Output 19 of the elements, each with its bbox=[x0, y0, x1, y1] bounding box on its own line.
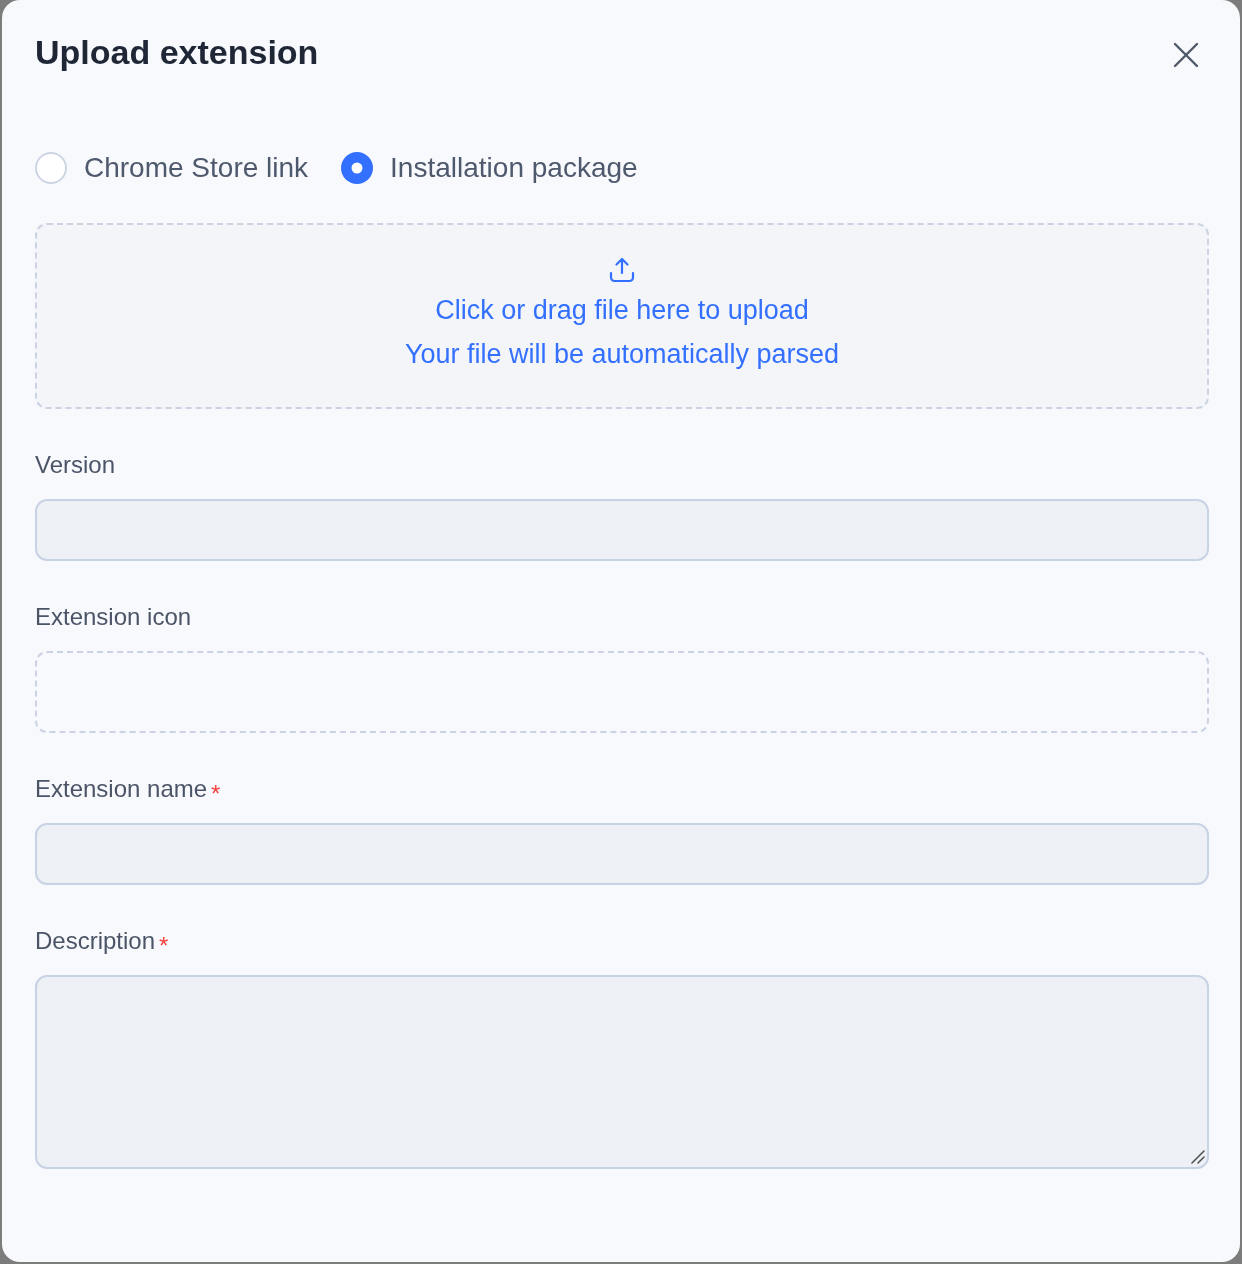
resize-grip-icon[interactable] bbox=[1191, 1150, 1205, 1164]
upload-dropzone[interactable]: Click or drag file here to upload Your file will be automatically parsed bbox=[35, 223, 1209, 409]
description-field[interactable] bbox=[35, 975, 1209, 1169]
upload-instruction: Click or drag file here to upload bbox=[435, 294, 809, 327]
icon-upload-area[interactable] bbox=[35, 651, 1209, 733]
radio-option[interactable]: Chrome Store link bbox=[35, 148, 309, 188]
input-field[interactable] bbox=[35, 823, 1209, 885]
dialog-title: Upload extension bbox=[35, 32, 319, 72]
required-asterisk: * bbox=[211, 782, 221, 806]
field-label: Extension icon bbox=[35, 602, 192, 632]
field-label: Extension name bbox=[35, 774, 208, 804]
close-icon bbox=[1173, 42, 1199, 68]
upload-icon bbox=[608, 256, 636, 284]
required-asterisk: * bbox=[159, 934, 169, 958]
input-field[interactable] bbox=[35, 499, 1209, 561]
field-label: Description bbox=[35, 926, 156, 956]
radio-option[interactable]: Installation package bbox=[341, 148, 638, 188]
upload-hint: Your file will be automatically parsed bbox=[404, 338, 840, 371]
field-label: Version bbox=[35, 450, 116, 480]
